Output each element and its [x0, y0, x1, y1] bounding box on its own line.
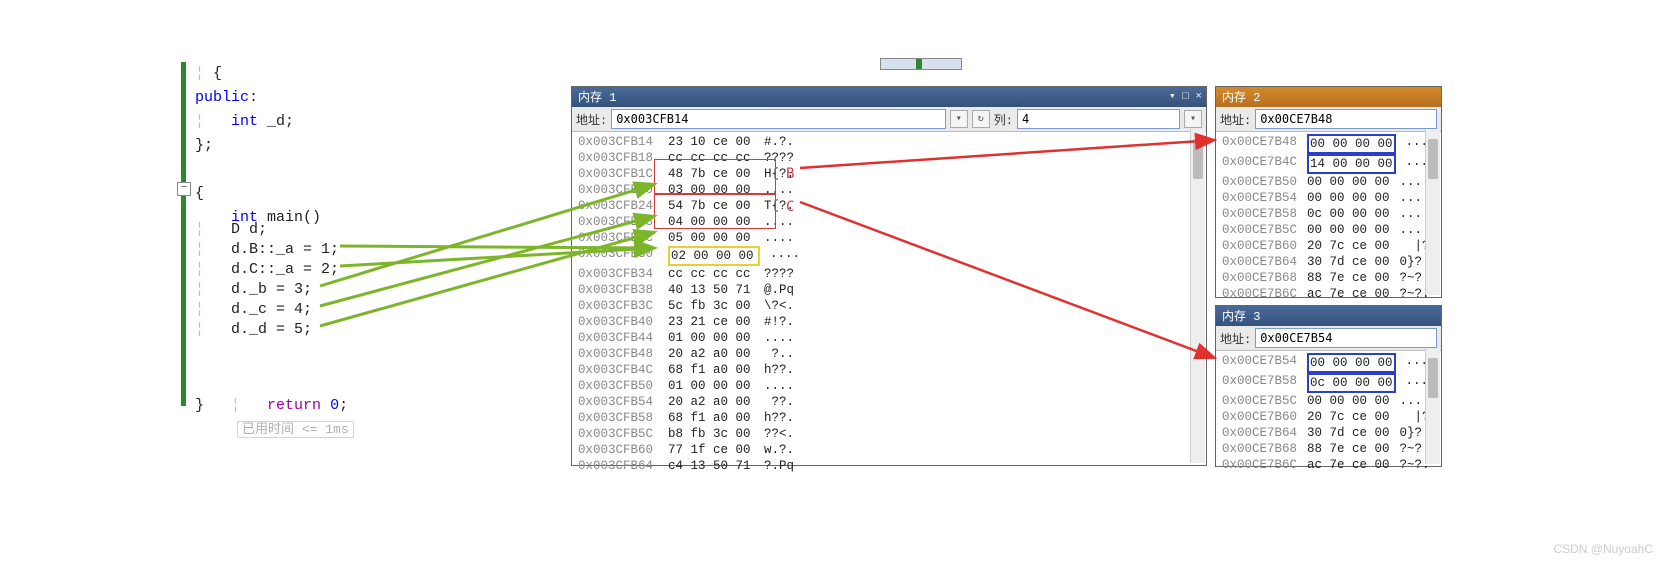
memory-row[interactable]: 0x003CFB2003 00 00 00....	[578, 182, 1200, 198]
memory-row[interactable]: 0x003CFB4023 21 ce 00#!?.	[578, 314, 1200, 330]
return-line: ¦ return 0; 已用时间 <= 1ms	[195, 370, 354, 466]
memory-row[interactable]: 0x00CE7B6Cac 7e ce 00?~?.	[1222, 457, 1435, 473]
memory-row[interactable]: 0x00CE7B6Cac 7e ce 00?~?.	[1222, 286, 1435, 302]
memory-row[interactable]: 0x003CFB1423 10 ce 00#.?.	[578, 134, 1200, 150]
memory-row[interactable]: 0x003CFB4C68 f1 a0 00h??.	[578, 362, 1200, 378]
address-input-2[interactable]	[1255, 109, 1437, 129]
address-input-1[interactable]	[611, 109, 946, 129]
columns-label: 列:	[994, 111, 1013, 128]
memory-row[interactable]: 0x003CFB18cc cc cc cc????	[578, 150, 1200, 166]
memory-row[interactable]: 0x003CFB2804 00 00 00....	[578, 214, 1200, 230]
memory-row[interactable]: 0x00CE7B6888 7e ce 00?~?.	[1222, 270, 1435, 286]
address-input-3[interactable]	[1255, 328, 1437, 348]
watermark: CSDN @NuyoahC	[1553, 542, 1653, 556]
memory-row[interactable]: 0x003CFB3002 00 00 00....	[578, 246, 1200, 266]
memory-row[interactable]: 0x00CE7B580c 00 00 00....	[1222, 206, 1435, 222]
address-label: 地址:	[576, 111, 607, 128]
memory-row[interactable]: 0x00CE7B4C14 00 00 00....	[1222, 154, 1435, 174]
memory-row[interactable]: 0x00CE7B5400 00 00 00....	[1222, 353, 1435, 373]
memory-pane-3[interactable]: 内存 3 地址: 0x00CE7B5400 00 00 00....0x00CE…	[1215, 305, 1442, 467]
memory-row[interactable]: 0x00CE7B4800 00 00 00....	[1222, 134, 1435, 154]
memory-row[interactable]: 0x003CFB2C05 00 00 00....	[578, 230, 1200, 246]
memory-row[interactable]: 0x00CE7B5000 00 00 00....	[1222, 174, 1435, 190]
memory-row[interactable]: 0x003CFB3C5c fb 3c 00\?<.	[578, 298, 1200, 314]
window-controls[interactable]: ▾ □ ×	[1169, 89, 1202, 103]
memory-row[interactable]: 0x00CE7B5C00 00 00 00....	[1222, 222, 1435, 238]
memory-pane-3-title[interactable]: 内存 3	[1216, 306, 1441, 326]
memory-rows-1[interactable]: 0x003CFB1423 10 ce 00#.?.0x003CFB18cc cc…	[572, 132, 1206, 476]
memory-pane-2[interactable]: 内存 2 地址: 0x00CE7B4800 00 00 00....0x00CE…	[1215, 86, 1442, 298]
memory-row[interactable]: 0x003CFB5001 00 00 00....	[578, 378, 1200, 394]
scrollbar[interactable]	[1425, 129, 1440, 295]
memory-row[interactable]: 0x00CE7B580c 00 00 00....	[1222, 373, 1435, 393]
memory-pane-1[interactable]: 内存 1 ▾ □ × 地址: ▾ ↻ 列: ▾ 0x003CFB1423 10 …	[571, 86, 1207, 466]
code-text: {	[213, 65, 222, 82]
memory-row[interactable]: 0x00CE7B6430 7d ce 000}?.	[1222, 425, 1435, 441]
columns-input[interactable]	[1017, 109, 1180, 129]
memory-row[interactable]: 0x00CE7B6020 7c ce 00 |?.	[1222, 409, 1435, 425]
memory-row[interactable]: 0x003CFB5420 a2 a0 00 ??.	[578, 394, 1200, 410]
scrollbar[interactable]	[1190, 129, 1205, 463]
memory-row[interactable]: 0x003CFB4820 a2 a0 00 ?..	[578, 346, 1200, 362]
memory-row[interactable]: 0x00CE7B5C00 00 00 00....	[1222, 393, 1435, 409]
memory-row[interactable]: 0x003CFB1C48 7b ce 00H{?.	[578, 166, 1200, 182]
memory-row[interactable]: 0x00CE7B5400 00 00 00....	[1222, 190, 1435, 206]
memory-row[interactable]: 0x003CFB5Cb8 fb 3c 00??<.	[578, 426, 1200, 442]
elapsed-time-badge: 已用时间 <= 1ms	[237, 421, 354, 438]
memory-pane-2-title[interactable]: 内存 2	[1216, 87, 1441, 107]
memory-row[interactable]: 0x003CFB64c4 13 50 71?.Pq	[578, 458, 1200, 474]
memory-row[interactable]: 0x003CFB34cc cc cc cc????	[578, 266, 1200, 282]
kw-public: public	[195, 89, 249, 106]
memory-row[interactable]: 0x003CFB2454 7b ce 00T{?.	[578, 198, 1200, 214]
label-b: B	[786, 166, 794, 182]
memory-pane-1-title[interactable]: 内存 1 ▾ □ ×	[572, 87, 1206, 107]
memory-rows-3[interactable]: 0x00CE7B5400 00 00 00....0x00CE7B580c 00…	[1216, 351, 1441, 475]
memory-row[interactable]: 0x00CE7B6020 7c ce 00 |?.	[1222, 238, 1435, 254]
memory-rows-2[interactable]: 0x00CE7B4800 00 00 00....0x00CE7B4C14 00…	[1216, 132, 1441, 304]
scrollbar[interactable]	[1425, 348, 1440, 464]
memory-row[interactable]: 0x003CFB6077 1f ce 00w.?.	[578, 442, 1200, 458]
refresh-icon[interactable]: ↻	[972, 110, 990, 128]
memory-row[interactable]: 0x003CFB5868 f1 a0 00h??.	[578, 410, 1200, 426]
label-c: C	[786, 199, 794, 215]
fold-icon[interactable]: −	[177, 182, 191, 196]
gutter-change-bar	[181, 62, 186, 406]
dropdown-icon[interactable]: ▾	[1184, 110, 1202, 128]
memory-row[interactable]: 0x003CFB4401 00 00 00....	[578, 330, 1200, 346]
memory-row[interactable]: 0x00CE7B6888 7e ce 00?~?.	[1222, 441, 1435, 457]
dropdown-icon[interactable]: ▾	[950, 110, 968, 128]
memory-row[interactable]: 0x003CFB3840 13 50 71@.Pq	[578, 282, 1200, 298]
memory-row[interactable]: 0x00CE7B6430 7d ce 000}?.	[1222, 254, 1435, 270]
